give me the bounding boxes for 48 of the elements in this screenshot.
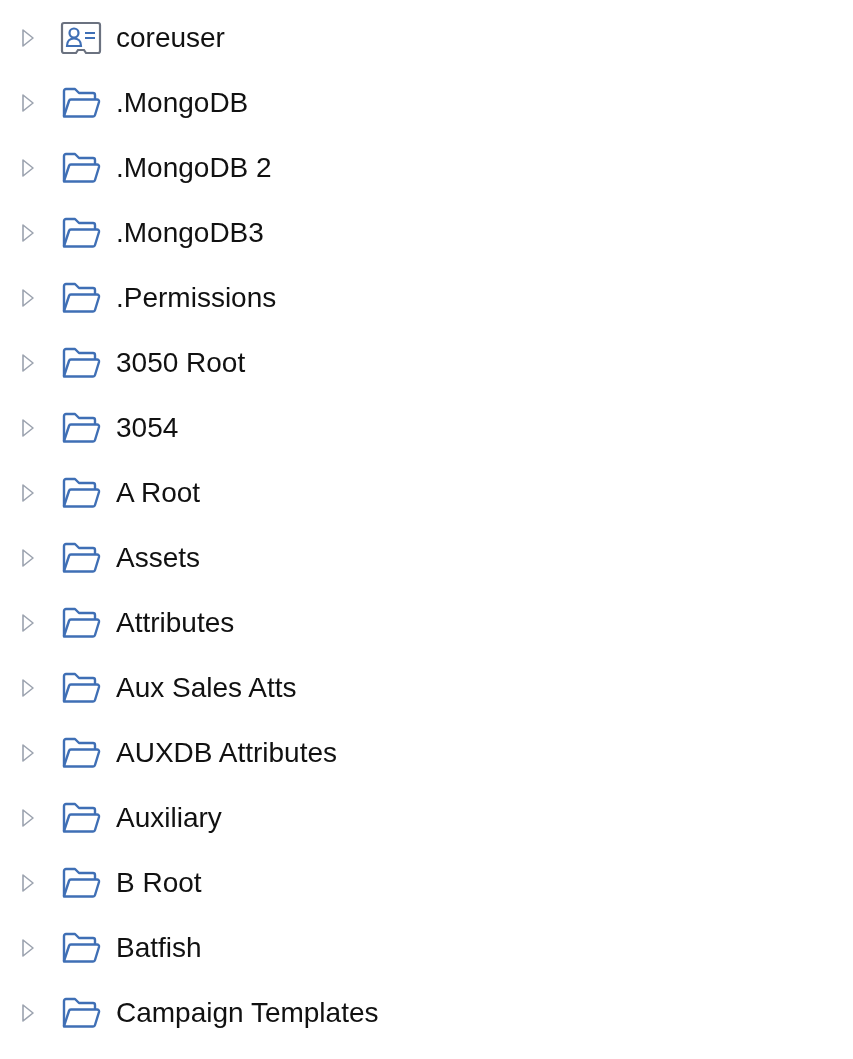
folder-icon [61,345,101,380]
tree-item-label[interactable]: 3054 [116,406,179,449]
tree-item-label[interactable]: A Root [116,471,201,514]
expand-arrow-icon[interactable] [21,222,35,243]
folder-icon [61,410,101,445]
folder-icon [61,995,101,1030]
folder-icon [61,800,101,835]
expand-arrow-icon[interactable] [21,27,35,48]
folder-icon [61,540,101,575]
expand-arrow-icon[interactable] [21,1002,35,1023]
expand-arrow-icon[interactable] [21,807,35,828]
tree-item-label[interactable]: Batfish [116,926,202,969]
tree-item-label[interactable]: Attributes [116,601,235,644]
expand-arrow-icon[interactable] [21,547,35,568]
tree-item-label[interactable]: Auxiliary [116,796,222,839]
expand-arrow-icon[interactable] [21,742,35,763]
folder-icon [61,865,101,900]
expand-arrow-icon[interactable] [21,287,35,308]
folder-icon [61,150,101,185]
tree-item-label[interactable]: Aux Sales Atts [116,666,297,709]
expand-arrow-icon[interactable] [21,352,35,373]
expand-arrow-icon[interactable] [21,92,35,113]
folder-icon [61,85,101,120]
folder-icon [61,215,101,250]
expand-arrow-icon[interactable] [21,612,35,633]
tree-item-label[interactable]: Assets [116,536,201,579]
folder-icon [61,735,101,770]
folder-icon [61,280,101,315]
user-card-icon [60,20,102,55]
expand-arrow-icon[interactable] [21,417,35,438]
tree-item-label[interactable]: Campaign Templates [116,991,379,1034]
tree-item-label[interactable]: .Permissions [116,276,277,319]
tree-item-label[interactable]: .MongoDB3 [116,211,264,254]
folder-icon [61,605,101,640]
expand-arrow-icon[interactable] [21,482,35,503]
folder-icon [61,670,101,705]
tree-item-label[interactable]: .MongoDB 2 [116,146,272,189]
tree-item-label[interactable]: .MongoDB [116,81,249,124]
tree-item-label[interactable]: coreuser [116,16,225,59]
expand-arrow-icon[interactable] [21,937,35,958]
tree-item-label[interactable]: B Root [116,861,202,904]
folder-icon [61,930,101,965]
tree-item-label[interactable]: 3050 Root [116,341,246,384]
expand-arrow-icon[interactable] [21,677,35,698]
folder-icon [61,475,101,510]
expand-arrow-icon[interactable] [21,872,35,893]
tree-item-label[interactable]: AUXDB Attributes [116,731,337,774]
expand-arrow-icon[interactable] [21,157,35,178]
